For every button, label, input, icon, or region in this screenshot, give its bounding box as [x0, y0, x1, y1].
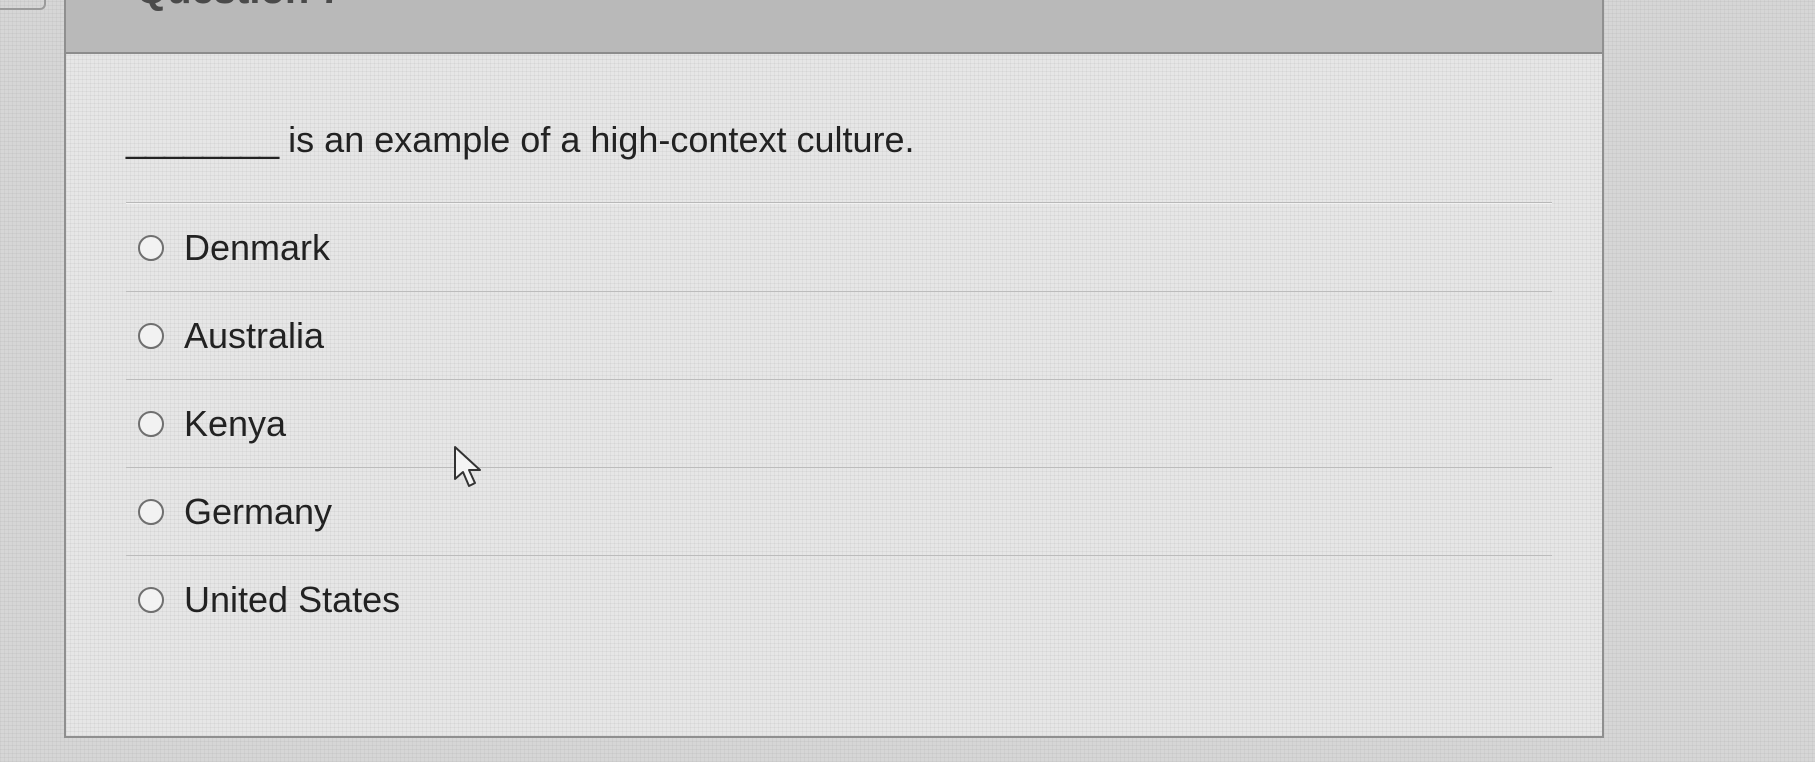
radio-button[interactable] — [138, 498, 164, 525]
answer-option-united-states[interactable]: United States — [126, 556, 1552, 644]
question-text: ________ is an example of a high-context… — [126, 118, 1552, 178]
arrow-cursor-icon — [454, 446, 481, 487]
answer-option-kenya[interactable]: Kenya — [126, 380, 1552, 468]
radio-button[interactable] — [138, 234, 164, 261]
radio-button[interactable] — [138, 322, 164, 349]
question-panel: Question 7 ________ is an example of a h… — [64, 0, 1604, 738]
question-prompt: is an example of a high-context culture. — [278, 119, 915, 160]
question-header: Question 7 — [66, 0, 1602, 54]
answer-option-denmark[interactable]: Denmark — [126, 204, 1552, 292]
answer-option-germany[interactable]: Germany — [126, 468, 1552, 556]
answer-option-australia[interactable]: Australia — [126, 292, 1552, 380]
option-label: Kenya — [184, 402, 287, 444]
radio-button[interactable] — [138, 587, 164, 613]
answer-list: Denmark Australia Kenya Germany United S… — [126, 204, 1552, 644]
option-label: Germany — [184, 490, 333, 532]
question-body: ________ is an example of a high-context… — [126, 118, 1552, 644]
question-title: Question 7 — [136, 0, 343, 13]
question-blank: ________ — [126, 119, 279, 160]
radio-button[interactable] — [138, 410, 164, 437]
corner-mark — [0, 0, 46, 10]
option-label: Denmark — [184, 226, 331, 268]
option-label: United States — [184, 579, 401, 620]
option-label: Australia — [184, 314, 325, 356]
